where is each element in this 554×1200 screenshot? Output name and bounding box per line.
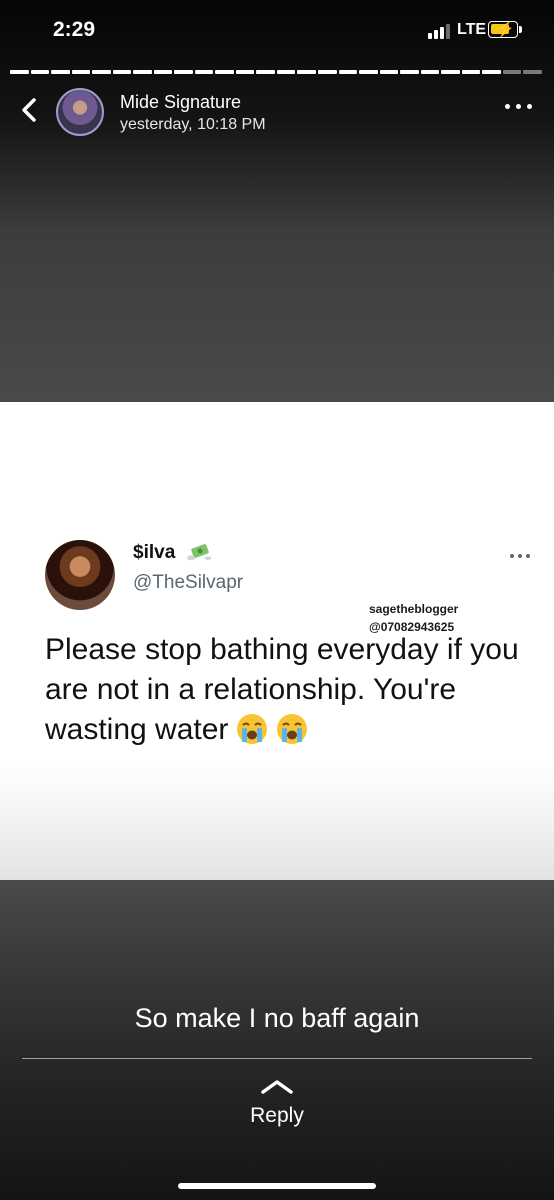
tweet-author-name: $ilva [133, 542, 176, 563]
progress-segment [359, 70, 378, 74]
tweet-screenshot: $ilva @TheSilvapr sagetheblogger @070829… [0, 402, 554, 880]
progress-segment [317, 70, 337, 74]
more-options-button[interactable] [502, 96, 536, 116]
progress-segment [92, 70, 111, 74]
money-with-wings-icon [187, 544, 212, 561]
reply-button[interactable]: Reply [0, 1104, 554, 1128]
story-timestamp: yesterday, 10:18 PM [120, 116, 266, 133]
back-button[interactable] [16, 92, 44, 128]
progress-segment [523, 70, 542, 74]
bolt-icon: ⚡ [496, 21, 515, 38]
progress-segment [133, 70, 152, 74]
tweet-more-icon [508, 550, 532, 562]
battery-cap [519, 26, 522, 33]
tweet-author-avatar [45, 540, 115, 610]
progress-segment [379, 70, 399, 74]
story-background-bottom [0, 880, 554, 1200]
watermark-name: sagetheblogger [369, 602, 459, 616]
crying-face-icon [237, 714, 268, 744]
crying-face-icon [277, 714, 308, 744]
progress-segment [235, 70, 255, 74]
progress-segment [256, 70, 275, 74]
avatar[interactable] [56, 88, 104, 136]
divider [22, 1058, 532, 1059]
progress-segment [482, 70, 501, 74]
home-indicator [178, 1183, 376, 1189]
progress-segment [441, 70, 460, 74]
progress-segment [174, 70, 193, 74]
status-time: 2:29 [53, 18, 96, 41]
progress-segment [276, 70, 296, 74]
progress-segment [10, 70, 29, 74]
progress-segment [153, 70, 173, 74]
tweet-body: Please stop bathing everyday if you are … [45, 630, 535, 750]
status-bar: 2:29 LTE ⚡ [0, 0, 554, 60]
progress-segment [71, 70, 91, 74]
progress-segment [461, 70, 481, 74]
story-progress-bar [10, 70, 544, 74]
progress-segment [338, 70, 358, 74]
progress-segment [215, 70, 234, 74]
progress-segment [502, 70, 522, 74]
progress-segment [30, 70, 50, 74]
progress-segment [194, 70, 214, 74]
progress-segment [420, 70, 440, 74]
network-label: LTE [457, 21, 487, 38]
progress-segment [112, 70, 132, 74]
signal-icon [428, 23, 452, 39]
progress-segment [400, 70, 419, 74]
tweet-handle: @TheSilvapr [133, 572, 244, 593]
progress-segment [51, 70, 70, 74]
story-header: Mide Signature yesterday, 10:18 PM [0, 84, 554, 140]
chevron-up-icon[interactable] [258, 1076, 296, 1096]
contact-name[interactable]: Mide Signature [120, 92, 241, 113]
story-caption: So make I no baff again [134, 1003, 420, 1033]
story-background-top [0, 0, 554, 402]
progress-segment [297, 70, 316, 74]
